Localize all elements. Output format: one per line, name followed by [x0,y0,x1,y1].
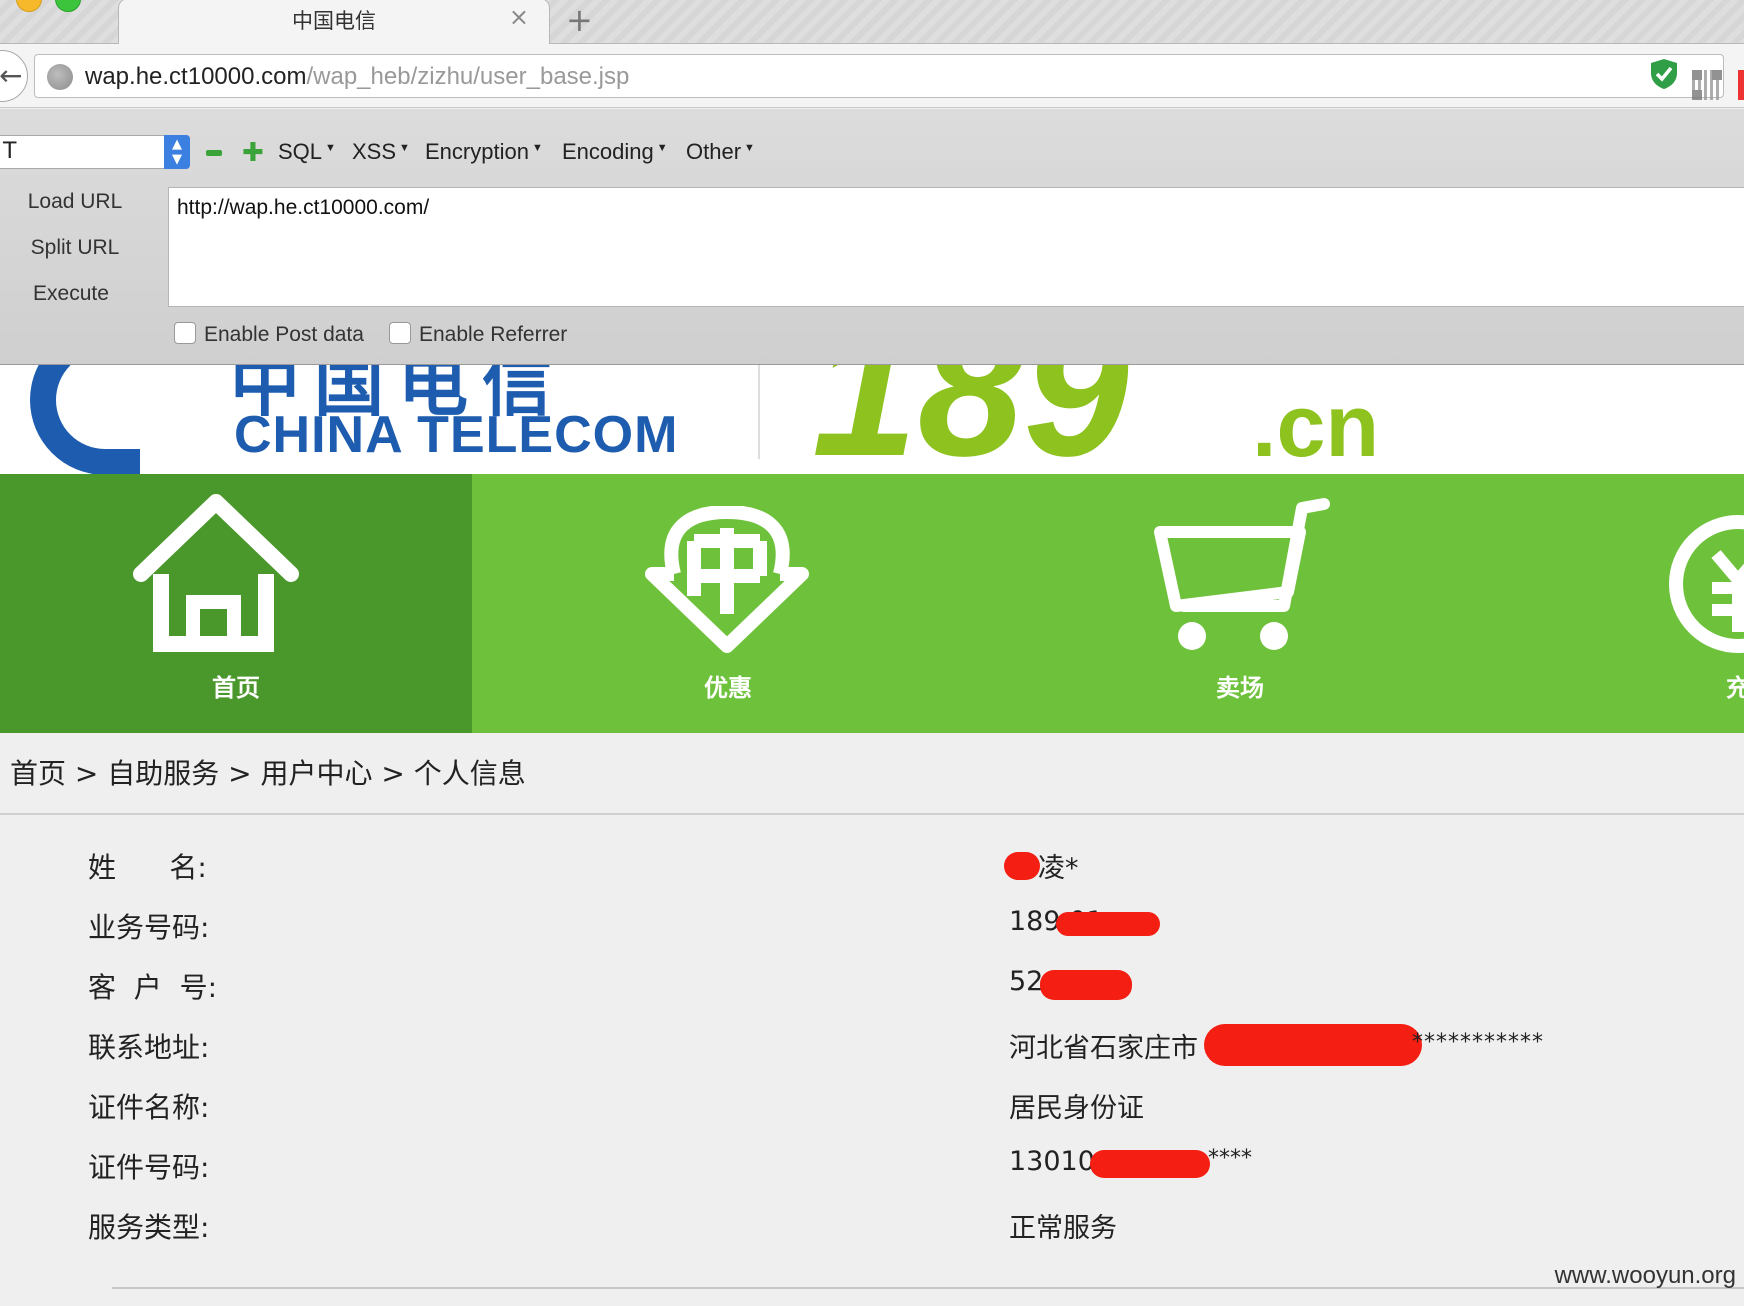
logo-chinese: 中国电信 [230,365,566,426]
redaction-mark [1056,912,1160,936]
globe-icon [47,64,73,90]
hackbar-select-value: T [3,139,17,164]
logo-divider [758,365,760,459]
menu-other[interactable]: Other ▼ [686,139,755,165]
value-service-type: 正常服务 [1009,1213,1117,1244]
menu-encoding[interactable]: Encoding ▼ [562,139,668,165]
tab-title: 中国电信 [292,9,376,33]
decrease-icon[interactable] [206,150,222,156]
redaction-mark [1090,1150,1210,1178]
menu-xss[interactable]: XSS ▼ [352,139,410,165]
menu-encryption[interactable]: Encryption ▼ [425,139,543,165]
china-telecom-logo-mark [30,365,140,474]
watermark: www.wooyun.org [1554,1262,1736,1289]
value-name: 凌* [1038,853,1079,884]
caret-down-icon: ▼ [531,142,543,154]
enable-referrer-label: Enable Referrer [419,323,568,346]
hackbar-url-textarea[interactable]: http://wap.he.ct10000.com/ [168,187,1744,307]
value-customer-number: 52 [1009,966,1044,997]
load-url-button[interactable]: Load URL [0,190,150,214]
nav-item-discount[interactable]: 优惠 [472,474,984,733]
back-arrow-icon: ← [0,59,23,92]
increase-icon[interactable]: ✚ [242,140,264,166]
yuan-coin-icon [1669,515,1744,653]
label-customer-number: 客 户 号: [88,971,218,1004]
nav-item-home[interactable]: 首页 [0,474,472,733]
checkbox-box[interactable] [389,322,411,345]
url-host: wap.he.ct10000.com [85,63,307,90]
select-stepper-icon[interactable]: ▲ ▼ [164,135,190,169]
nav-label-discount: 优惠 [704,674,752,702]
redaction-mark [1004,852,1040,880]
value-contact-address: 河北省石家庄市 [1009,1033,1198,1064]
enable-post-label: Enable Post data [204,323,364,346]
caret-down-icon: ▼ [399,142,410,154]
menu-encoding-label: Encoding [562,139,654,164]
checkbox-box[interactable] [174,322,196,345]
logo-banner: 中国电信 CHINA TELECOM 189 .cn [0,365,1744,474]
menu-other-label: Other [686,139,742,164]
logo-dot-cn: .cn [1252,376,1380,474]
zoom-window-button[interactable] [55,0,81,12]
breadcrumb: 首页 > 自助服务 > 用户中心 > 个人信息 [10,757,526,790]
redaction-mark [1040,970,1132,1000]
nav-item-recharge[interactable]: 充 [1496,474,1744,733]
nav-label-store: 卖场 [1216,674,1264,702]
value-id-number: 13010 [1009,1146,1095,1177]
masked-address: *********** [1412,1030,1544,1055]
qr-code-icon[interactable] [1692,70,1722,100]
logo-189: 189 [812,365,1130,474]
browser-tab[interactable]: 中国电信 × [118,0,550,44]
address-bar[interactable]: wap.he.ct10000.com/wap_heb/zizhu/user_ba… [34,54,1724,98]
logo-english: CHINA TELECOM [234,406,679,464]
divider [0,813,1744,815]
split-url-button[interactable]: Split URL [0,236,150,260]
hackbar-select[interactable]: T ▲ ▼ [0,135,190,169]
nav-label-recharge: 充 [1726,674,1744,702]
discount-tag-icon [645,506,809,653]
label-name: 姓 名: [88,851,207,884]
menu-sql[interactable]: SQL ▼ [278,139,336,165]
execute-button[interactable]: Execute [0,282,146,306]
nav-item-store[interactable]: 卖场 [984,474,1496,733]
extension-icon[interactable] [1738,70,1744,100]
tab-close-icon[interactable]: × [509,3,529,31]
shield-check-icon[interactable] [1650,58,1678,90]
nav-label-home: 首页 [212,674,260,702]
caret-down-icon: ▼ [325,142,336,154]
masked-id: **** [1208,1146,1252,1171]
menu-sql-label: SQL [278,139,323,164]
new-tab-button[interactable]: + [566,1,593,39]
caret-down-icon: ▼ [744,142,755,154]
label-id-number: 证件号码: [88,1151,210,1184]
home-icon [133,494,299,652]
label-contact-address: 联系地址: [88,1031,210,1064]
url-path: /wap_heb/zizhu/user_base.jsp [306,63,630,90]
value-id-type: 居民身份证 [1009,1093,1144,1124]
label-service-type: 服务类型: [88,1211,210,1244]
enable-referrer-checkbox[interactable]: Enable Referrer [389,322,568,347]
main-nav: 首页 优惠 卖场 充 [0,474,1744,733]
back-button[interactable]: ← [0,50,28,102]
url-text[interactable]: wap.he.ct10000.com/wap_heb/zizhu/user_ba… [85,63,629,91]
shopping-cart-icon [1154,498,1330,650]
menu-xss-label: XSS [352,139,397,164]
address-bar-row: ← wap.he.ct10000.com/wap_heb/zizhu/user_… [0,44,1744,108]
caret-down-icon: ▼ [656,142,668,154]
enable-post-checkbox[interactable]: Enable Post data [174,322,364,347]
bottom-divider [112,1287,1744,1289]
label-id-type: 证件名称: [88,1091,210,1124]
tab-strip: 中国电信 × + [0,0,1744,44]
minimize-window-button[interactable] [16,0,42,12]
hackbar-panel: T ▲ ▼ ✚ SQL ▼ XSS ▼ Encryption ▼ Encoding ▼ O… [0,109,1744,365]
label-service-number: 业务号码: [88,911,210,944]
menu-encryption-label: Encryption [425,139,529,164]
redaction-mark [1204,1024,1422,1066]
